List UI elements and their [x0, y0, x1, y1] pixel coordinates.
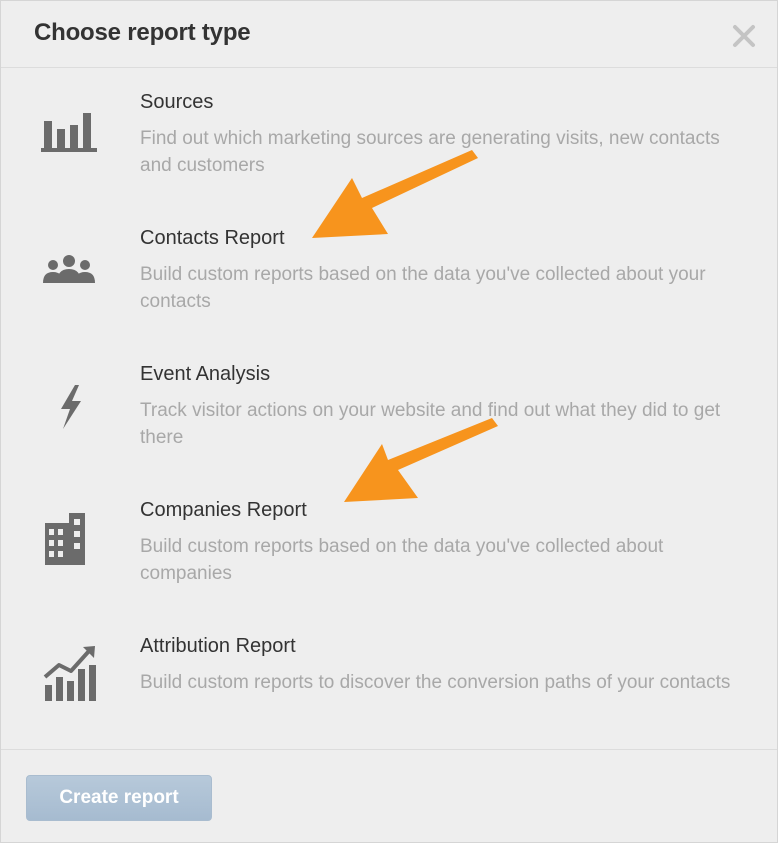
report-name: Attribution Report — [140, 635, 296, 657]
buildings-icon — [39, 511, 103, 565]
report-option-sources[interactable]: Sources Find out which marketing sources… — [1, 91, 777, 211]
report-option-event-analysis[interactable]: Event Analysis Track visitor actions on … — [1, 363, 777, 483]
trend-chart-icon — [39, 643, 103, 701]
report-name: Contacts Report — [140, 227, 285, 249]
report-name: Companies Report — [140, 499, 307, 521]
dialog-header: Choose report type — [1, 1, 777, 68]
report-name: Event Analysis — [140, 363, 271, 385]
report-description: Build custom reports based on the data y… — [140, 536, 664, 584]
report-description: Track visitor actions on your website an… — [140, 400, 721, 448]
close-icon[interactable] — [731, 23, 757, 49]
dialog-title: Choose report type — [34, 19, 251, 46]
dialog-footer: Create report — [1, 749, 777, 843]
report-option-contacts[interactable]: Contacts Report Build custom reports bas… — [1, 227, 777, 347]
report-description: Find out which marketing sources are gen… — [140, 128, 720, 176]
create-report-button[interactable]: Create report — [26, 775, 212, 821]
bar-chart-icon — [39, 107, 103, 155]
report-option-attribution[interactable]: Attribution Report Build custom reports … — [1, 635, 777, 755]
lightning-icon — [39, 383, 103, 431]
report-name: Sources — [140, 91, 214, 113]
people-icon — [39, 245, 103, 293]
report-description: Build custom reports to discover the con… — [140, 672, 731, 693]
report-option-companies[interactable]: Companies Report Build custom reports ba… — [1, 499, 777, 619]
choose-report-dialog: Choose report type Sources Find out whic… — [0, 0, 778, 843]
report-description: Build custom reports based on the data y… — [140, 264, 706, 312]
